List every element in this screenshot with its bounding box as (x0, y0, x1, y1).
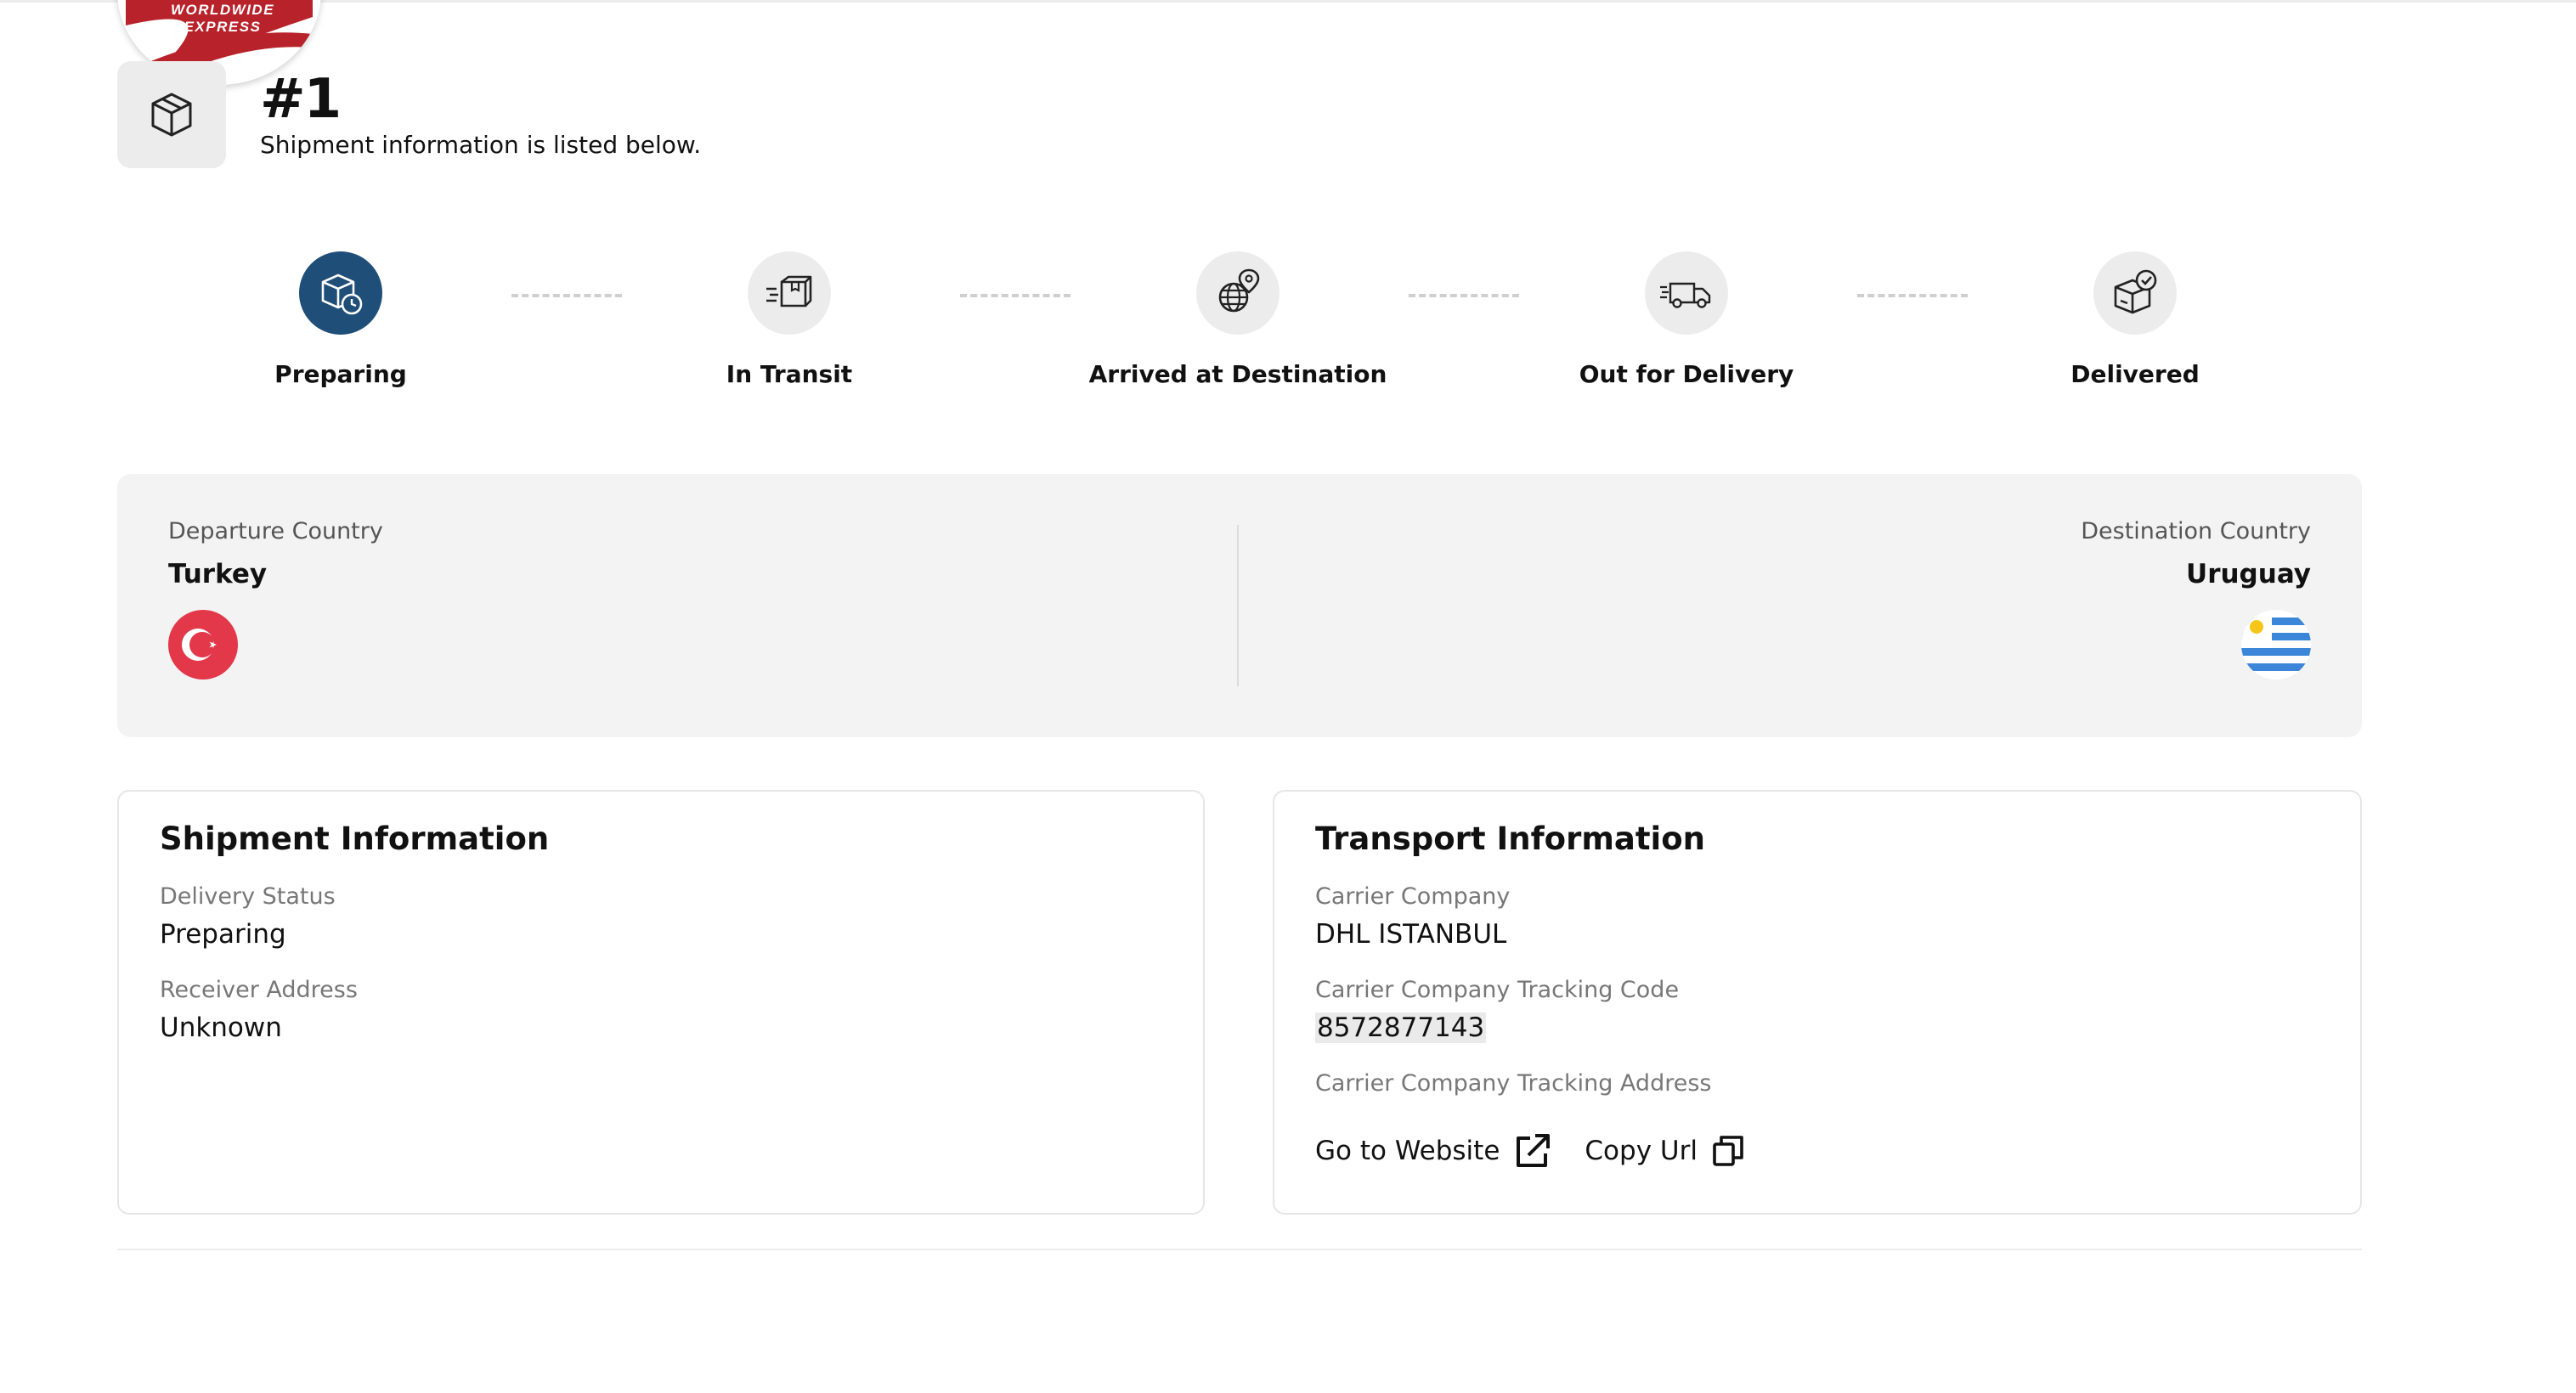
receiver-address-label: Receiver Address (160, 977, 358, 1003)
destination-country: Uruguay (2186, 559, 2311, 589)
shipment-subtitle: Shipment information is listed below. (260, 131, 702, 159)
go-to-website-button[interactable]: Go to Website (1315, 1131, 1552, 1170)
tracking-actions: Go to Website Copy Url (1315, 1131, 1777, 1170)
shipment-information-card: Shipment Information Delivery Status Pre… (117, 790, 1205, 1215)
tracking-code-value[interactable]: 8572877143 (1315, 1012, 1487, 1043)
departure-country: Turkey (168, 559, 268, 589)
external-link-icon (1517, 1134, 1551, 1167)
copy-url-label: Copy Url (1585, 1136, 1698, 1166)
box-check-icon (2093, 251, 2177, 335)
copy-icon (1713, 1136, 1743, 1166)
globe-pin-icon (1196, 251, 1280, 335)
step-connector (1857, 294, 1968, 297)
step-label: Out for Delivery (1579, 360, 1794, 388)
step-label: Preparing (274, 360, 407, 388)
step-delivered: Delivered (1957, 251, 2313, 388)
step-in-transit: In Transit (611, 251, 968, 388)
step-label: Arrived at Destination (1088, 360, 1387, 388)
delivery-status-label: Delivery Status (160, 883, 336, 910)
top-border (0, 0, 2576, 3)
step-arrived: Arrived at Destination (1059, 251, 1416, 388)
delivery-status-value: Preparing (160, 919, 286, 950)
transport-information-card: Transport Information Carrier Company DH… (1273, 790, 2362, 1215)
destination-label: Destination Country (2081, 518, 2311, 544)
route-panel: Departure Country Turkey Destination Cou… (117, 474, 2362, 737)
tracking-code-label: Carrier Company Tracking Code (1315, 977, 1680, 1003)
step-connector (511, 294, 622, 297)
step-preparing: Preparing (162, 251, 519, 388)
tracking-address-label: Carrier Company Tracking Address (1315, 1070, 1712, 1097)
go-to-website-label: Go to Website (1315, 1136, 1500, 1166)
copy-url-button[interactable]: Copy Url (1585, 1134, 1745, 1168)
step-connector (1409, 294, 1519, 297)
route-divider (1237, 525, 1239, 686)
card-title: Shipment Information (160, 821, 550, 857)
bottom-divider (117, 1249, 2362, 1250)
uruguay-flag-icon (2241, 610, 2311, 680)
tracking-code-text: 8572877143 (1315, 1012, 1487, 1043)
departure-label: Departure Country (168, 518, 383, 544)
step-connector (960, 294, 1071, 297)
card-title: Transport Information (1315, 821, 1705, 857)
carrier-company-value: DHL ISTANBUL (1315, 919, 1507, 950)
turkey-flag-icon (168, 610, 238, 680)
step-out-for-delivery: Out for Delivery (1508, 251, 1865, 388)
package-icon (151, 93, 192, 137)
carrier-company-label: Carrier Company (1315, 883, 1511, 910)
step-label: In Transit (726, 360, 853, 388)
delivery-truck-icon (1645, 251, 1728, 335)
shipment-number: #1 (260, 68, 342, 131)
package-clock-icon (299, 251, 382, 335)
moving-box-icon (748, 251, 831, 335)
receiver-address-value: Unknown (160, 1012, 282, 1043)
logo-text: WORLDWIDE EXPRESS (170, 2, 275, 35)
step-label: Delivered (2070, 360, 2200, 388)
shipment-box-tile (117, 61, 226, 168)
